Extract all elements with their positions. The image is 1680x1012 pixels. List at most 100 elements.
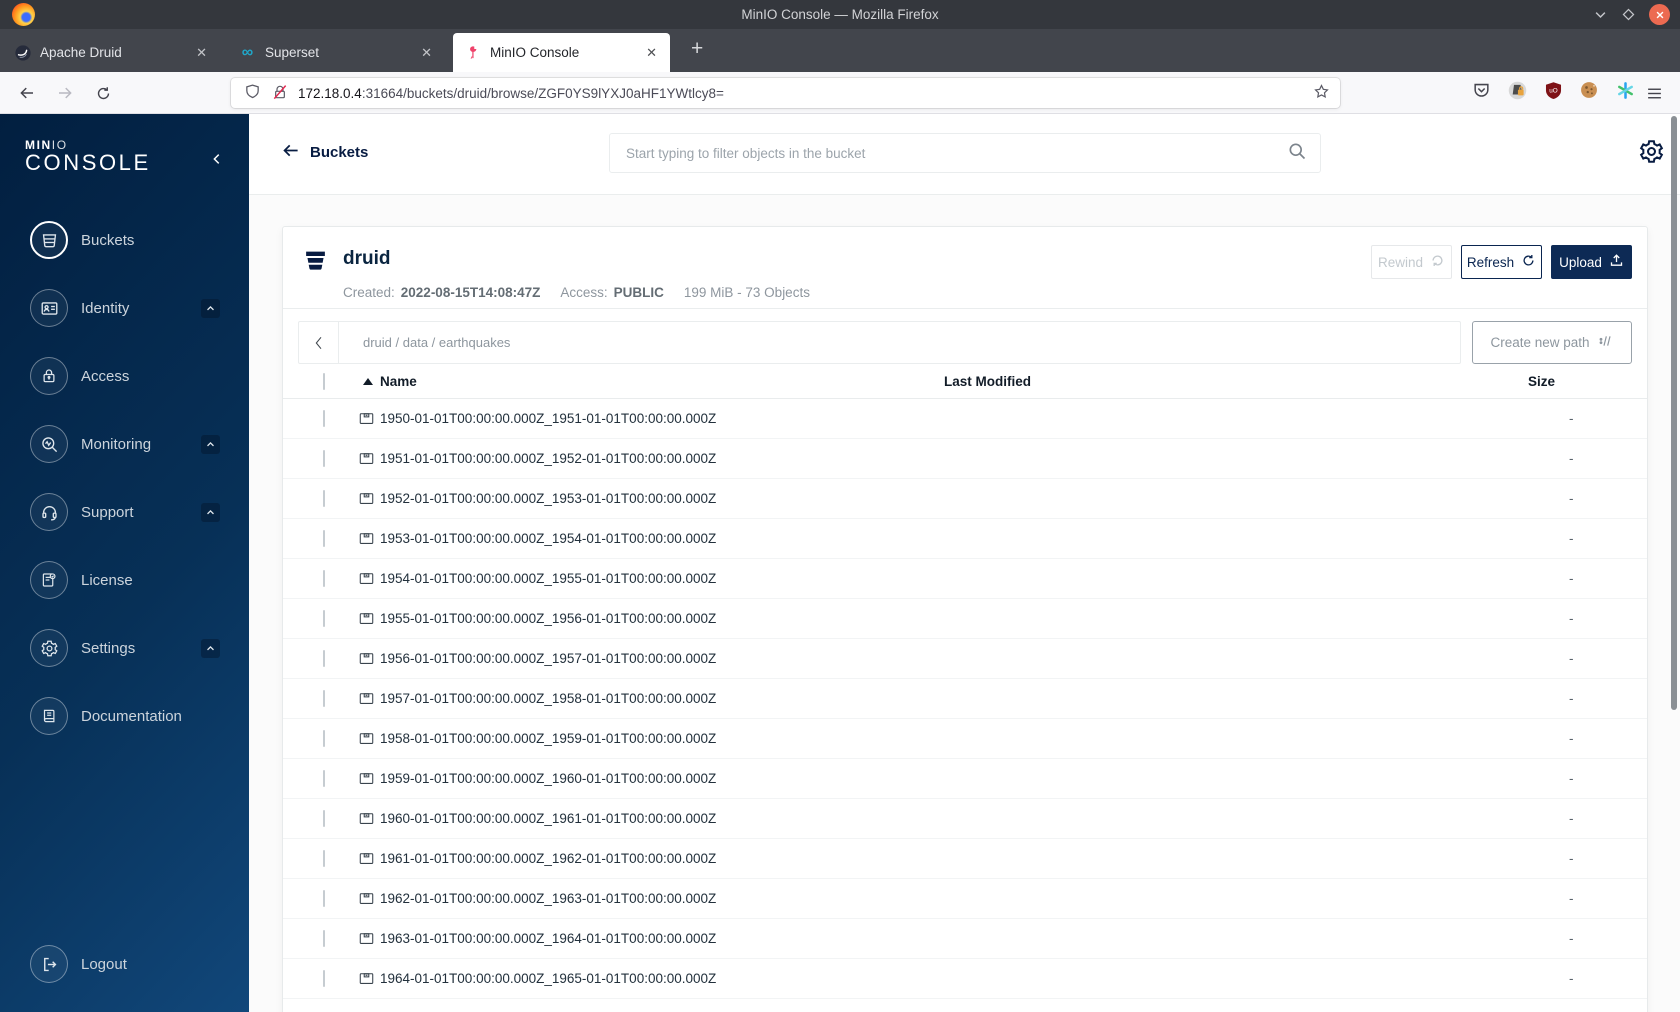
url-text[interactable]: 172.18.0.4:31664/buckets/druid/browse/ZG…	[298, 86, 1305, 101]
hamburger-menu-icon[interactable]	[1640, 79, 1668, 107]
sidebar-item-buckets[interactable]: Buckets	[0, 206, 249, 274]
row-checkbox[interactable]	[323, 850, 325, 867]
table-row[interactable]: 1964-01-01T00:00:00.000Z_1965-01-01T00:0…	[283, 959, 1647, 999]
create-new-path-button[interactable]: Create new path	[1472, 321, 1632, 364]
row-checkbox[interactable]	[323, 770, 325, 787]
row-checkbox[interactable]	[323, 890, 325, 907]
row-checkbox[interactable]	[323, 410, 325, 427]
insecure-lock-icon[interactable]	[272, 84, 288, 103]
object-name[interactable]: 1954-01-01T00:00:00.000Z_1955-01-01T00:0…	[380, 571, 716, 586]
tab-close-icon[interactable]: ✕	[194, 45, 209, 61]
chevron-up-icon[interactable]	[201, 638, 220, 658]
sidebar-item-monitoring[interactable]: Monitoring	[0, 410, 249, 478]
table-row[interactable]: 1957-01-01T00:00:00.000Z_1958-01-01T00:0…	[283, 679, 1647, 719]
refresh-button[interactable]: Refresh	[1461, 245, 1542, 279]
settings-gear-icon[interactable]	[1638, 138, 1665, 170]
sidebar-item-logout[interactable]: Logout	[0, 930, 249, 998]
object-name[interactable]: 1951-01-01T00:00:00.000Z_1952-01-01T00:0…	[380, 451, 716, 466]
sidebar-item-license[interactable]: License	[0, 546, 249, 614]
object-name[interactable]: 1959-01-01T00:00:00.000Z_1960-01-01T00:0…	[380, 771, 716, 786]
minimize-icon[interactable]	[1593, 7, 1608, 22]
scrollbar-thumb[interactable]	[1671, 116, 1677, 710]
close-icon[interactable]	[1649, 4, 1670, 25]
back-to-buckets-link[interactable]: Buckets	[281, 141, 368, 164]
cookie-icon[interactable]	[1578, 79, 1600, 101]
tab-superset[interactable]: ∞ Superset ✕	[228, 33, 445, 72]
row-checkbox[interactable]	[323, 970, 325, 987]
table-row[interactable]: 1963-01-01T00:00:00.000Z_1964-01-01T00:0…	[283, 919, 1647, 959]
table-row[interactable]: 1956-01-01T00:00:00.000Z_1957-01-01T00:0…	[283, 639, 1647, 679]
tracking-shield-icon[interactable]	[244, 83, 261, 103]
object-name[interactable]: 1956-01-01T00:00:00.000Z_1957-01-01T00:0…	[380, 651, 716, 666]
privacy-badger-icon[interactable]	[1506, 79, 1528, 101]
tab-close-icon[interactable]: ✕	[644, 45, 659, 61]
object-name[interactable]: 1963-01-01T00:00:00.000Z_1964-01-01T00:0…	[380, 931, 716, 946]
sidebar-item-support[interactable]: Support	[0, 478, 249, 546]
object-name[interactable]: 1960-01-01T00:00:00.000Z_1961-01-01T00:0…	[380, 811, 716, 826]
object-name[interactable]: 1964-01-01T00:00:00.000Z_1965-01-01T00:0…	[380, 971, 716, 986]
object-name[interactable]: 1962-01-01T00:00:00.000Z_1963-01-01T00:0…	[380, 891, 716, 906]
tab-apache-druid[interactable]: Apache Druid ✕	[3, 33, 220, 72]
table-row[interactable]: 1962-01-01T00:00:00.000Z_1963-01-01T00:0…	[283, 879, 1647, 919]
sidebar-item-documentation[interactable]: Documentation	[0, 682, 249, 750]
new-tab-button[interactable]: +	[678, 37, 716, 65]
object-name[interactable]: 1955-01-01T00:00:00.000Z_1956-01-01T00:0…	[380, 611, 716, 626]
table-row[interactable]: 1951-01-01T00:00:00.000Z_1952-01-01T00:0…	[283, 439, 1647, 479]
sidebar-item-access[interactable]: Access	[0, 342, 249, 410]
search-input[interactable]	[610, 145, 1287, 161]
table-row[interactable]: 1961-01-01T00:00:00.000Z_1962-01-01T00:0…	[283, 839, 1647, 879]
upload-button[interactable]: Upload	[1551, 245, 1632, 279]
pocket-icon[interactable]	[1470, 79, 1492, 101]
row-checkbox[interactable]	[323, 930, 325, 947]
table-row[interactable]: 1952-01-01T00:00:00.000Z_1953-01-01T00:0…	[283, 479, 1647, 519]
table-row[interactable]: 1955-01-01T00:00:00.000Z_1956-01-01T00:0…	[283, 599, 1647, 639]
url-bar[interactable]: 172.18.0.4:31664/buckets/druid/browse/ZG…	[231, 78, 1340, 108]
row-checkbox[interactable]	[323, 810, 325, 827]
breadcrumb-bar[interactable]: druid / data / earthquakes	[298, 321, 1461, 364]
table-row[interactable]: 1958-01-01T00:00:00.000Z_1959-01-01T00:0…	[283, 719, 1647, 759]
bookmark-star-icon[interactable]	[1313, 83, 1330, 103]
table-row[interactable]: 1953-01-01T00:00:00.000Z_1954-01-01T00:0…	[283, 519, 1647, 559]
tab-minio-console[interactable]: MinIO Console ✕	[453, 33, 670, 72]
row-checkbox[interactable]	[323, 570, 325, 587]
row-checkbox[interactable]	[323, 610, 325, 627]
page-scrollbar[interactable]	[1664, 114, 1680, 1012]
table-row[interactable]: 1950-01-01T00:00:00.000Z_1951-01-01T00:0…	[283, 399, 1647, 439]
table-row[interactable]: 1959-01-01T00:00:00.000Z_1960-01-01T00:0…	[283, 759, 1647, 799]
ublock-icon[interactable]: uO	[1542, 79, 1564, 101]
chevron-up-icon[interactable]	[201, 434, 220, 454]
maximize-icon[interactable]	[1621, 7, 1636, 22]
table-row[interactable]: 1960-01-01T00:00:00.000Z_1961-01-01T00:0…	[283, 799, 1647, 839]
asterisk-icon[interactable]	[1614, 79, 1636, 101]
minio-icon	[464, 44, 481, 61]
object-name[interactable]: 1953-01-01T00:00:00.000Z_1954-01-01T00:0…	[380, 531, 716, 546]
main-content: Buckets druid	[249, 114, 1680, 1012]
object-name[interactable]: 1952-01-01T00:00:00.000Z_1953-01-01T00:0…	[380, 491, 716, 506]
breadcrumb-back-icon[interactable]	[299, 322, 339, 363]
row-checkbox[interactable]	[323, 730, 325, 747]
chevron-up-icon[interactable]	[201, 298, 220, 318]
reload-button[interactable]	[89, 79, 117, 107]
logo-io: IO	[51, 138, 68, 152]
back-button[interactable]	[13, 79, 41, 107]
column-header-name[interactable]: Name	[353, 374, 944, 389]
sidebar-item-identity[interactable]: Identity	[0, 274, 249, 342]
table-row[interactable]: 1954-01-01T00:00:00.000Z_1955-01-01T00:0…	[283, 559, 1647, 599]
row-checkbox[interactable]	[323, 530, 325, 547]
row-checkbox[interactable]	[323, 450, 325, 467]
tab-close-icon[interactable]: ✕	[419, 45, 434, 61]
rewind-button[interactable]: Rewind	[1371, 245, 1452, 279]
sidebar-collapse-icon[interactable]	[210, 152, 224, 171]
object-name[interactable]: 1957-01-01T00:00:00.000Z_1958-01-01T00:0…	[380, 691, 716, 706]
row-checkbox[interactable]	[323, 650, 325, 667]
chevron-up-icon[interactable]	[201, 502, 220, 522]
sidebar: MINIO CONSOLE Buckets Identity Access Monit…	[0, 114, 249, 1012]
object-name[interactable]: 1950-01-01T00:00:00.000Z_1951-01-01T00:0…	[380, 411, 716, 426]
object-name[interactable]: 1958-01-01T00:00:00.000Z_1959-01-01T00:0…	[380, 731, 716, 746]
select-all-checkbox[interactable]	[323, 372, 325, 390]
row-checkbox[interactable]	[323, 490, 325, 507]
object-name[interactable]: 1961-01-01T00:00:00.000Z_1962-01-01T00:0…	[380, 851, 716, 866]
sidebar-item-settings[interactable]: Settings	[0, 614, 249, 682]
forward-button[interactable]	[51, 79, 79, 107]
row-checkbox[interactable]	[323, 690, 325, 707]
